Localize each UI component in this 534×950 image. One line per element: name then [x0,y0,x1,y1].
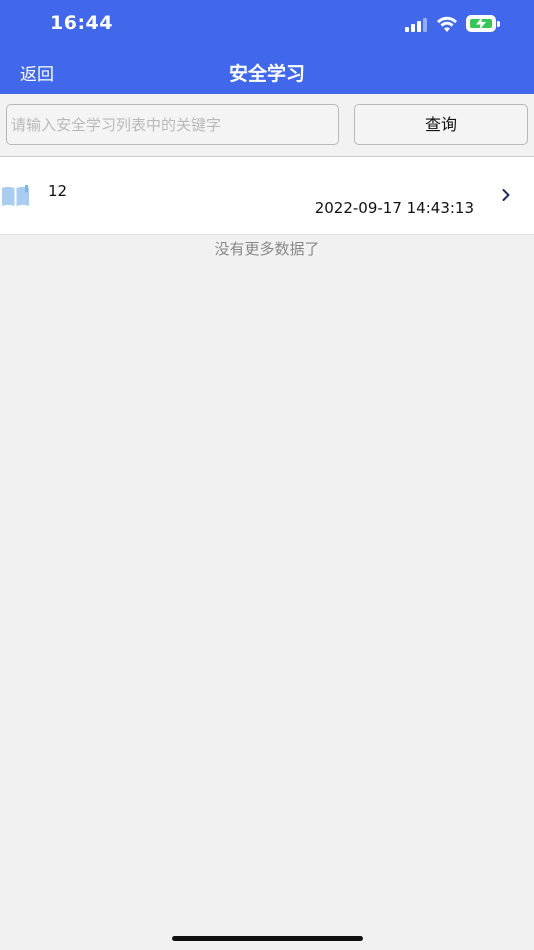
page-title: 安全学习 [228,63,305,85]
item-time: 2022-09-17 14:43:13 [314,199,474,217]
chevron-right-icon [502,189,510,201]
battery-nub [497,21,500,27]
cellular-signal-icon [405,18,429,32]
no-more-data-text: 没有更多数据了 [214,240,320,258]
home-indicator [172,936,363,941]
battery-charging-icon [466,15,496,32]
list-item[interactable]: 12 2022-09-17 14:43:13 [0,157,534,235]
bolt-icon [476,17,486,30]
navigation-header: 16:44 返回 安全学习 [0,0,534,94]
book-icon [2,185,29,206]
wifi-icon [437,16,457,32]
search-input[interactable] [6,104,339,145]
status-time: 16:44 [50,12,113,34]
search-bar: 查询 [0,94,534,157]
query-button[interactable]: 查询 [354,104,528,145]
item-title: 12 [48,182,68,200]
